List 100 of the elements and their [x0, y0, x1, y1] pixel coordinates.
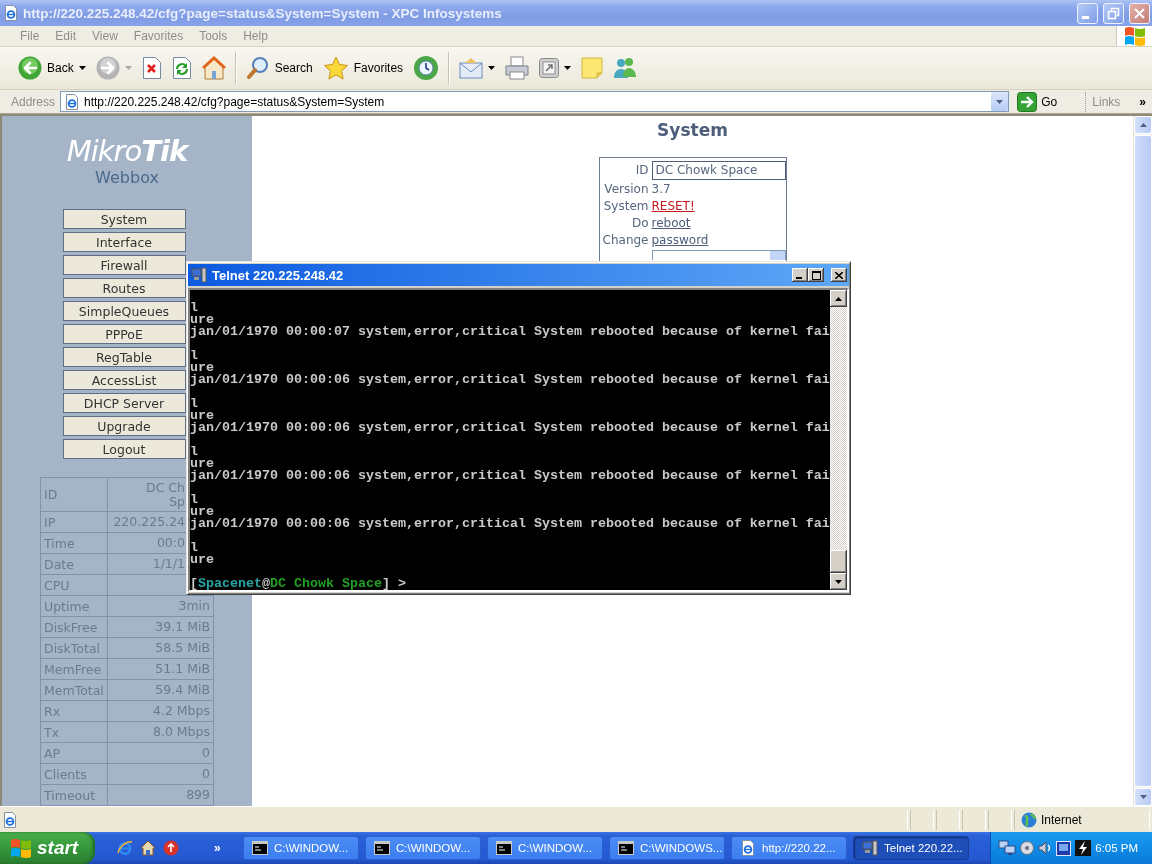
caret-icon	[488, 66, 496, 70]
text-link[interactable]: reboot	[651, 216, 691, 231]
taskbar-button[interactable]: Telnet 220.22...	[853, 836, 969, 860]
terminal-line: l	[190, 494, 199, 506]
quick-launch-more-button[interactable]: »	[210, 838, 225, 858]
nav-button[interactable]: System	[62, 209, 186, 229]
search-button[interactable]: Search	[242, 50, 316, 86]
caret-icon	[996, 99, 1004, 104]
status-label: MemTotal	[40, 679, 108, 701]
field-label: Version	[603, 182, 649, 197]
status-label: MemFree	[40, 658, 108, 680]
field-label: ID	[634, 163, 649, 178]
nav-button[interactable]: Firewall	[62, 255, 186, 275]
start-button[interactable]: start	[0, 832, 95, 864]
status-label: Timeout	[40, 784, 108, 806]
terminal-line: ure	[190, 458, 214, 470]
text-link[interactable]: password	[651, 233, 709, 248]
scroll-down-button[interactable]	[1134, 788, 1152, 806]
clock: 6:05 PM	[1095, 842, 1138, 854]
star-icon	[322, 56, 349, 80]
address-dropdown-button[interactable]	[991, 92, 1009, 111]
minimize-icon	[1082, 15, 1089, 19]
status-label: Date	[40, 553, 108, 575]
warning-link[interactable]: RESET!	[651, 199, 695, 214]
terminal-line: ure	[190, 410, 214, 422]
terminal-line: l	[190, 350, 199, 362]
scroll-up-button[interactable]	[1134, 116, 1152, 134]
restore-button[interactable]	[1103, 2, 1124, 24]
go-button[interactable]: Go	[1014, 90, 1061, 113]
up-arrow-icon	[1139, 123, 1147, 127]
screen-icon[interactable]	[1056, 840, 1071, 856]
terminal-line: l	[190, 302, 199, 314]
nav-button[interactable]: DHCP Server	[62, 393, 186, 413]
stop-icon	[141, 57, 162, 79]
taskbar-button[interactable]: C:\WINDOWS...	[609, 836, 725, 860]
disc-icon[interactable]	[1020, 841, 1034, 855]
status-label: DiskTotal	[40, 637, 108, 659]
status-label: Rx	[40, 700, 108, 722]
status-value: 39.1 MiB	[107, 616, 214, 638]
status-value: 0	[107, 763, 214, 785]
nav-button[interactable]: AccessList	[62, 370, 186, 390]
nav-button[interactable]: RegTable	[62, 347, 186, 367]
back-button[interactable]: Back	[15, 50, 89, 86]
console-icon	[496, 841, 512, 855]
terminal-line: l	[190, 542, 199, 554]
status-label: Clients	[40, 763, 108, 785]
scrollbar-thumb[interactable]	[830, 550, 847, 573]
nav-button[interactable]: Logout	[62, 439, 186, 459]
favorites-button[interactable]: Favorites	[319, 50, 407, 86]
terminal-line: ure	[190, 554, 215, 566]
product-name: Webbox	[95, 168, 159, 188]
taskbar-button[interactable]: http://220.22...	[731, 836, 847, 860]
maximize-icon	[811, 270, 821, 280]
nav-button[interactable]: Upgrade	[62, 416, 186, 436]
browser-page-icon	[3, 5, 19, 21]
scroll-up-button[interactable]	[830, 290, 847, 307]
windows-flag-icon	[10, 838, 32, 858]
nav-button[interactable]: SimpleQueues	[62, 301, 186, 321]
close-button[interactable]	[831, 268, 847, 282]
id-field[interactable]: DC Chowk Space	[651, 161, 786, 180]
status-value: 0	[107, 742, 214, 764]
taskbar-button[interactable]: C:\WINDOW...	[365, 836, 481, 860]
globe-icon	[1021, 811, 1037, 828]
nav-button[interactable]: Interface	[62, 232, 186, 252]
terminal-line: jan/01/1970 00:00:06 system,error,critical System rebooted because of kernel fai	[190, 422, 830, 434]
taskbar-button[interactable]: C:\WINDOW...	[243, 836, 359, 860]
nav-button[interactable]: Routes	[62, 278, 186, 298]
computer-icon	[191, 267, 207, 283]
refresh-icon	[171, 57, 192, 79]
status-value: 51.1 MiB	[107, 658, 214, 680]
status-label: AP	[40, 742, 108, 764]
caret-icon	[78, 66, 86, 70]
speaker-icon[interactable]	[1038, 841, 1052, 855]
address-label: Address	[11, 94, 56, 109]
terminal-line: l	[190, 446, 199, 458]
house-icon[interactable]	[140, 840, 156, 856]
taskbar-button[interactable]: C:\WINDOW...	[487, 836, 603, 860]
status-label: Tx	[40, 721, 108, 743]
status-label: IP	[40, 511, 108, 533]
page-heading: System	[657, 119, 728, 141]
bolt-icon[interactable]	[1075, 840, 1091, 856]
address-field[interactable]: http://220.225.248.42/cfg?page=status&System=System	[60, 91, 1010, 112]
computer-icon	[862, 840, 878, 856]
browser-icon[interactable]	[117, 840, 133, 856]
telnet-title: Telnet 220.225.248.42	[212, 267, 345, 283]
down-arrow-icon	[835, 579, 842, 584]
caret-icon	[564, 66, 572, 70]
more-links-button[interactable]: »	[1131, 91, 1152, 112]
select-field[interactable]	[651, 250, 786, 260]
terminal-line: l	[190, 398, 199, 410]
status-value: 8.0 Mbps	[107, 721, 214, 743]
terminal-line: jan/01/1970 00:00:07 system,error,critical System rebooted because of kernel fai	[190, 326, 830, 338]
nav-button[interactable]: PPPoE	[62, 324, 186, 344]
computers-icon[interactable]	[998, 840, 1016, 856]
terminal-line: ure	[190, 314, 214, 326]
browser-page-icon	[64, 93, 81, 110]
maximize-button[interactable]	[808, 268, 824, 282]
terminal-prompt: [Spacenet@DC Chowk Space] >	[190, 578, 407, 590]
minimize-button[interactable]	[792, 268, 808, 282]
scroll-down-button[interactable]	[830, 573, 847, 590]
